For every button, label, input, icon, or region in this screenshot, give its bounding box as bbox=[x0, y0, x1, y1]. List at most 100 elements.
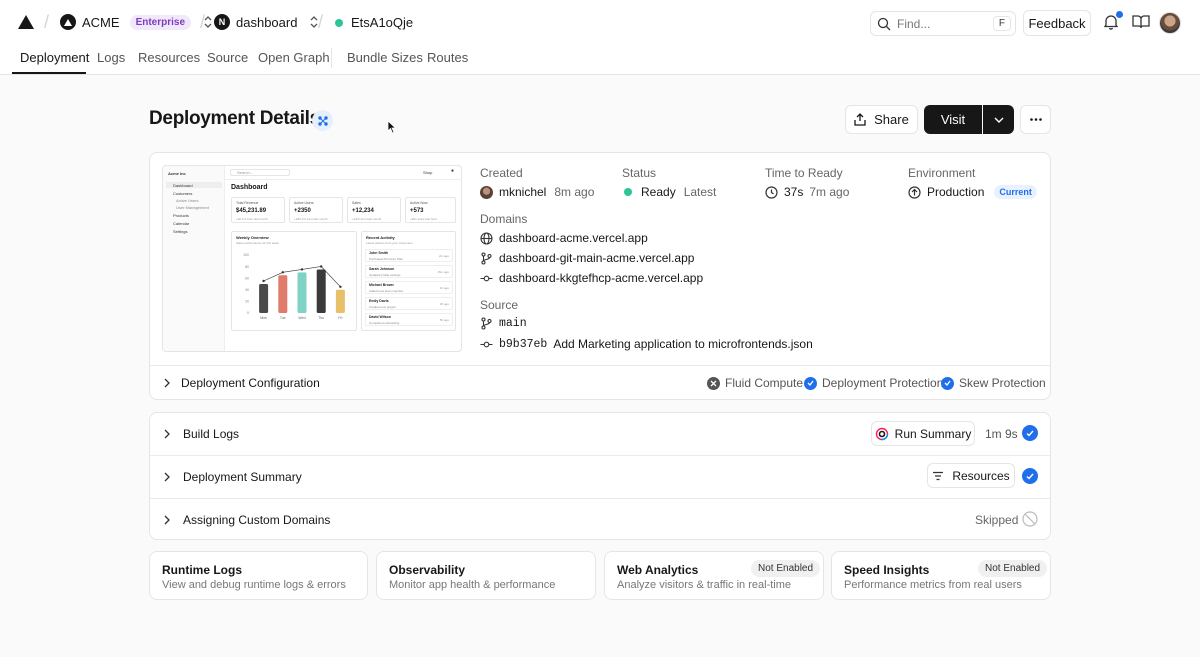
deployment-summary-toggle[interactable]: Deployment Summary bbox=[163, 470, 302, 484]
speed-insights-desc: Performance metrics from real users bbox=[844, 579, 1022, 591]
fluid-compute-status: Fluid Compute bbox=[707, 376, 803, 390]
thumb-activity-action: Added new team member bbox=[369, 288, 404, 293]
thumb-activity-action: Created new project bbox=[369, 304, 396, 309]
git-commit-icon bbox=[480, 341, 493, 347]
thumb-y-tick: 80 bbox=[245, 265, 249, 269]
deployment-crumb[interactable]: EtsA1oQje bbox=[335, 15, 413, 30]
project-switcher[interactable]: N dashboard bbox=[214, 14, 319, 30]
clock-icon bbox=[765, 185, 778, 199]
search-input[interactable]: Find... F bbox=[870, 11, 1016, 36]
thumb-y-tick: 20 bbox=[245, 300, 249, 304]
notification-dot bbox=[1116, 11, 1123, 18]
tab-deployment[interactable]: Deployment bbox=[20, 50, 89, 65]
web-analytics-title: Web Analytics bbox=[617, 563, 699, 577]
book-icon[interactable] bbox=[1132, 14, 1150, 30]
filter-lines-icon bbox=[933, 471, 944, 480]
vercel-logo-icon[interactable] bbox=[18, 15, 34, 29]
thumb-y-tick: 0 bbox=[247, 311, 249, 315]
custom-domains-toggle[interactable]: Assigning Custom Domains bbox=[163, 513, 330, 527]
tab-open-graph[interactable]: Open Graph bbox=[258, 50, 330, 65]
visit-button[interactable]: Visit bbox=[924, 105, 982, 134]
notifications-button[interactable] bbox=[1102, 11, 1123, 31]
resources-button[interactable]: Resources bbox=[927, 463, 1015, 488]
thumb-nav-item: Dashboard bbox=[173, 183, 193, 188]
thumb-activity-name: Emily Davis bbox=[369, 299, 389, 303]
feedback-button[interactable]: Feedback bbox=[1023, 10, 1091, 36]
thumb-trend-point bbox=[262, 279, 265, 283]
environment-text: Production bbox=[927, 185, 985, 199]
project-name: dashboard bbox=[236, 14, 298, 30]
tab-source[interactable]: Source bbox=[207, 50, 248, 65]
thumb-stat-label: Active Users bbox=[294, 201, 314, 205]
thumb-activity-time: 5h ago bbox=[439, 318, 449, 322]
thumb-activity-name: David Wilson bbox=[369, 315, 391, 319]
deployment-preview-thumbnail[interactable]: Acme Inc Dashboard Customers Active User… bbox=[162, 165, 462, 352]
breadcrumb-separator: / bbox=[200, 12, 206, 32]
domain-link[interactable]: dashboard-acme.vercel.app bbox=[499, 231, 648, 245]
build-logs-toggle[interactable]: Build Logs bbox=[163, 427, 239, 441]
breadcrumb-separator: / bbox=[318, 12, 324, 32]
thumb-activity-action: Purchased Premium Plan bbox=[369, 256, 404, 261]
more-options-button[interactable] bbox=[1020, 105, 1051, 134]
runtime-logs-title: Runtime Logs bbox=[162, 563, 242, 577]
production-icon bbox=[908, 185, 921, 199]
turborepo-icon bbox=[875, 427, 888, 440]
thumb-trend-point bbox=[300, 268, 304, 271]
tab-logs[interactable]: Logs bbox=[97, 50, 125, 65]
domain-link[interactable]: dashboard-kkgtefhcp-acme.vercel.app bbox=[499, 271, 703, 285]
plan-badge: Enterprise bbox=[129, 14, 192, 30]
thumb-nav-item: Products bbox=[173, 213, 189, 218]
check-circle-icon bbox=[941, 376, 954, 390]
chevron-down-icon bbox=[994, 117, 1003, 123]
environment-value: Production Current bbox=[908, 185, 1037, 199]
status-text: Ready bbox=[641, 185, 676, 199]
share-label: Share bbox=[874, 112, 909, 127]
org-avatar-icon bbox=[60, 14, 76, 30]
share-button[interactable]: Share bbox=[845, 105, 918, 134]
commit-sha[interactable]: b9b37eb bbox=[499, 338, 547, 351]
commit-message[interactable]: Add Marketing application to microfronte… bbox=[553, 337, 812, 351]
time-to-ready-label: Time to Ready bbox=[765, 166, 843, 180]
git-commit-icon bbox=[480, 275, 493, 281]
share-icon bbox=[854, 113, 866, 126]
web-analytics-card[interactable]: Web Analytics Analyze visitors & traffic… bbox=[604, 551, 824, 600]
runtime-logs-card[interactable]: Runtime Logs View and debug runtime logs… bbox=[149, 551, 368, 600]
thumb-stat-value: $45,231.89 bbox=[236, 208, 267, 214]
thumb-activity-item: David Wilson Completed onboarding 5h ago bbox=[365, 313, 453, 326]
observability-title: Observability bbox=[389, 563, 466, 577]
thumb-stat-value: +573 bbox=[410, 208, 424, 214]
thumb-nav-item: Calendar bbox=[173, 221, 190, 226]
skew-protection-label: Skew Protection bbox=[959, 376, 1046, 390]
deployment-configuration-toggle[interactable]: Deployment Configuration bbox=[163, 376, 320, 390]
created-user[interactable]: mknichel bbox=[499, 185, 546, 199]
tab-routes[interactable]: Routes bbox=[427, 50, 468, 65]
thumb-recent-activity: Recent Activity Latest actions from your… bbox=[361, 231, 456, 331]
page-title: Deployment Details bbox=[149, 108, 320, 129]
thumb-nav-item: Settings bbox=[173, 229, 188, 234]
active-tab-indicator bbox=[12, 72, 86, 74]
microfrontends-icon[interactable] bbox=[312, 110, 333, 131]
observability-card[interactable]: Observability Monitor app health & perfo… bbox=[376, 551, 596, 600]
thumb-stat-sub: +180.1% from last month bbox=[294, 217, 328, 221]
thumb-activity-time: 3h ago bbox=[439, 302, 449, 306]
thumb-bar bbox=[316, 269, 326, 313]
thumb-stat-label: Sales bbox=[352, 201, 361, 205]
search-icon bbox=[877, 17, 891, 30]
thumb-activity-item: John Smith Purchased Premium Plan 2m ago bbox=[365, 249, 453, 262]
org-switcher[interactable]: ACME Enterprise bbox=[60, 14, 213, 30]
thumb-weekly-overview: Weekly Overview Sales performance for th… bbox=[231, 231, 357, 331]
environment-label: Environment bbox=[908, 166, 976, 180]
run-summary-button[interactable]: Run Summary bbox=[871, 421, 975, 446]
thumb-activity-title: Recent Activity bbox=[366, 235, 395, 240]
branch-name[interactable]: main bbox=[499, 317, 527, 330]
chevron-right-icon bbox=[164, 515, 170, 525]
user-avatar[interactable] bbox=[1159, 12, 1181, 34]
tab-bundle-sizes[interactable]: Bundle Sizes bbox=[347, 50, 423, 65]
tab-resources[interactable]: Resources bbox=[138, 50, 200, 65]
thumb-stat-label: Active Now bbox=[410, 201, 428, 205]
visit-dropdown-button[interactable] bbox=[983, 105, 1014, 134]
thumb-activity-time: 2m ago bbox=[438, 254, 449, 258]
speed-insights-card[interactable]: Speed Insights Performance metrics from … bbox=[831, 551, 1051, 600]
thumb-overview-title: Weekly Overview bbox=[236, 235, 269, 240]
domain-link[interactable]: dashboard-git-main-acme.vercel.app bbox=[499, 251, 694, 265]
